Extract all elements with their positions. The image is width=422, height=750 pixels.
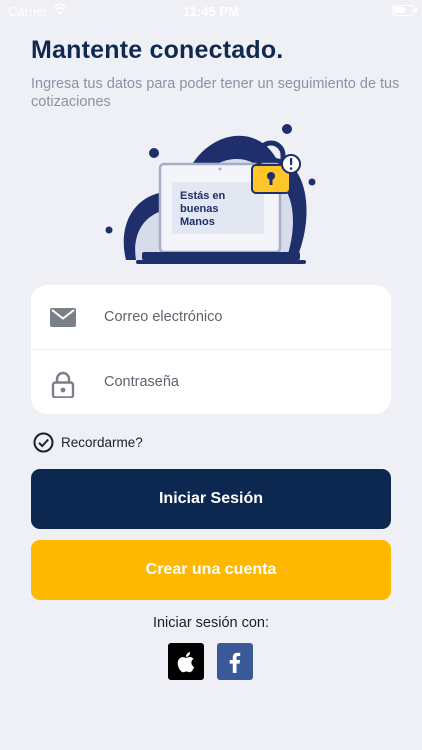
page-title: Mantente conectado.	[31, 36, 284, 64]
facebook-icon	[229, 652, 241, 673]
illustration-text-line-3: Manos	[180, 216, 215, 228]
facebook-login-button[interactable]	[217, 643, 253, 680]
battery-icon	[392, 5, 417, 16]
social-login-label: Iniciar sesión con:	[152, 615, 270, 631]
password-placeholder: Contraseña	[104, 374, 179, 390]
illustration-text-line-1: Estás en	[180, 190, 226, 202]
page-subtitle: Ingresa tus datos para poder tener un se…	[31, 76, 400, 110]
create-account-button[interactable]: Crear una cuenta	[31, 540, 391, 600]
login-button[interactable]: Iniciar Sesión	[31, 469, 391, 529]
secure-laptop-illustration: Estás en buenas Manos	[105, 124, 316, 264]
remember-me-toggle[interactable]: Recordarme?	[33, 431, 143, 453]
apple-icon	[177, 652, 195, 673]
email-field[interactable]: Correo electrónico	[31, 285, 391, 349]
apple-login-button[interactable]	[168, 643, 204, 680]
login-form-card: Correo electrónico Contraseña	[31, 285, 391, 414]
email-placeholder: Correo electrónico	[104, 309, 223, 325]
envelope-icon	[49, 305, 77, 331]
checkmark-circle-icon	[33, 432, 54, 452]
status-bar: Carrier 11:45 PM	[0, 0, 422, 22]
remember-me-label: Recordarme?	[61, 434, 143, 450]
illustration-text-line-2: buenas	[180, 203, 219, 215]
clock: 11:45 PM	[183, 4, 239, 19]
password-field[interactable]: Contraseña	[31, 350, 391, 414]
lock-icon	[49, 370, 77, 399]
